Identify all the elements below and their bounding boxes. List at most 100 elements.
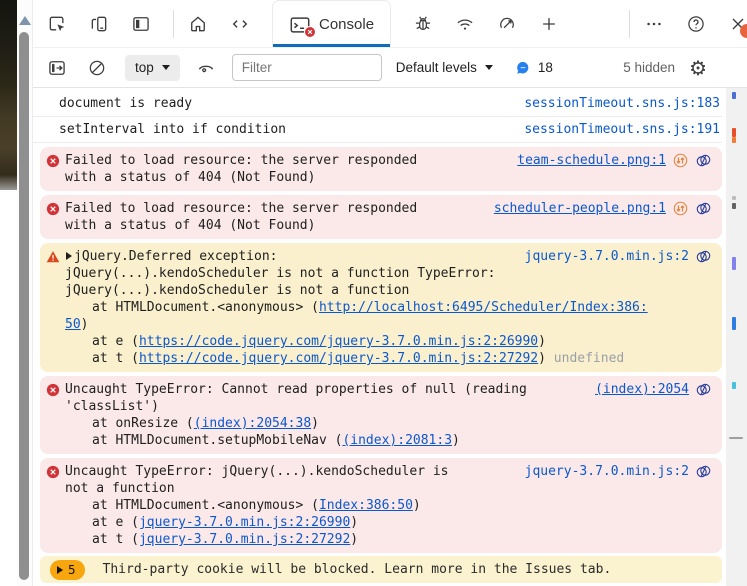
tab-console[interactable]: Console: [272, 0, 391, 47]
cookie-warning-bar[interactable]: 5 Third-party cookie will be blocked. Le…: [40, 556, 722, 583]
source-link[interactable]: jquery-3.7.0.min.js:2: [525, 464, 689, 479]
copilot-explain-icon[interactable]: [695, 463, 712, 480]
stack-frame-line: at e (https://code.jquery.com/jquery-3.7…: [65, 333, 712, 350]
activity-bar-panel-icon[interactable]: [131, 14, 151, 34]
log-message: setInterval into if condition: [59, 122, 286, 137]
console-messages-area: document is ready sessionTimeout.sns.js:…: [33, 88, 747, 586]
scroll-marker-cyan: [732, 382, 736, 389]
open-in-network-icon[interactable]: [672, 152, 689, 169]
source-link[interactable]: (index):2054: [595, 382, 689, 397]
expand-caret-icon[interactable]: [66, 252, 72, 260]
network-conditions-wifi-icon[interactable]: [455, 14, 475, 34]
copilot-explain-icon[interactable]: [695, 200, 712, 217]
message-count: 18: [538, 60, 553, 75]
expand-caret-icon: [57, 566, 63, 574]
stack-source-link[interactable]: https://code.jquery.com/jquery-3.7.0.min…: [139, 351, 538, 366]
device-emulation-icon[interactable]: [89, 14, 109, 34]
copilot-explain-icon[interactable]: [695, 381, 712, 398]
scroll-marker-gray: [732, 203, 736, 209]
stack-frame-line: at HTMLDocument.<anonymous> (Index:386:5…: [65, 497, 712, 514]
clipped-edge-button[interactable]: [740, 24, 747, 38]
devtools-main-toolbar: Console: [33, 0, 747, 47]
console-scroll-marker-strip[interactable]: [726, 88, 747, 586]
error-message-line: with a status of 404 (Not Found): [65, 217, 712, 234]
log-levels-dropdown[interactable]: Default levels: [396, 60, 493, 75]
cookie-warning-text: Third-party cookie will be blocked. Lear…: [103, 562, 612, 577]
stack-source-link[interactable]: (index):2081:3: [342, 433, 452, 448]
scroll-marker-blue2: [732, 317, 736, 330]
copilot-explain-icon[interactable]: [695, 248, 712, 265]
context-selector-dropdown[interactable]: top: [125, 55, 180, 81]
context-selector-value: top: [135, 60, 154, 75]
source-link[interactable]: team-schedule.png:1: [517, 153, 666, 168]
stack-source-link[interactable]: http://localhost:6495/Scheduler/Index:38…: [319, 300, 648, 315]
console-log-row: document is ready sessionTimeout.sns.js:…: [33, 91, 722, 117]
source-link[interactable]: sessionTimeout.sns.js:183: [524, 96, 720, 111]
console-error-404-team-schedule: Failed to load resource: the server resp…: [40, 147, 722, 191]
scrollbar-up-arrow[interactable]: [19, 16, 31, 25]
console-log-row: setInterval into if condition sessionTim…: [33, 117, 722, 143]
stack-frame-line: 50): [65, 316, 712, 333]
stack-source-link[interactable]: https://code.jquery.com/jquery-3.7.0.min…: [139, 334, 538, 349]
issues-count: 5: [68, 562, 76, 577]
toolbar-separator: [629, 10, 630, 38]
stack-source-link[interactable]: jquery-3.7.0.min.js:2:26990: [139, 515, 350, 530]
console-sub-toolbar: top Default levels 18 5: [33, 47, 747, 88]
more-options-icon[interactable]: [644, 14, 664, 34]
stack-source-link[interactable]: 50: [65, 317, 81, 332]
home-tab-icon[interactable]: [188, 14, 208, 34]
page-scrollbar[interactable]: [17, 0, 32, 586]
warning-icon: [46, 250, 60, 264]
stack-frame-line: at t (jquery-3.7.0.min.js:2:27292): [65, 531, 712, 548]
stack-source-link[interactable]: jquery-3.7.0.min.js:2:27292: [139, 532, 350, 547]
performance-gauge-icon[interactable]: [497, 14, 517, 34]
page-photo-fragment: [0, 0, 17, 190]
message-bubble-icon: [515, 60, 531, 76]
undefined-value: undefined: [554, 351, 624, 366]
warning-message-line: jQuery(...).kendoScheduler is not a func…: [65, 282, 712, 299]
add-tools-plus-icon[interactable]: [539, 14, 559, 34]
console-error-badge: [304, 26, 316, 38]
help-icon[interactable]: [686, 14, 706, 34]
edge-devtools-window: Console: [0, 0, 747, 586]
source-link[interactable]: scheduler-people.png:1: [494, 201, 666, 216]
console-icon: [289, 14, 311, 34]
source-link[interactable]: sessionTimeout.sns.js:191: [524, 122, 720, 137]
chevron-down-icon: [162, 65, 170, 70]
scrollbar-thumb[interactable]: [19, 32, 29, 580]
stack-source-link[interactable]: (index):2054:38: [194, 416, 311, 431]
error-icon: [46, 202, 60, 216]
debugger-bug-icon[interactable]: [413, 14, 433, 34]
console-tab-label: Console: [319, 16, 374, 33]
console-message-counter[interactable]: 18: [515, 60, 553, 76]
error-icon: [46, 465, 60, 479]
log-message: document is ready: [59, 96, 192, 111]
issues-count-badge[interactable]: 5: [50, 560, 85, 580]
live-expression-eye-icon[interactable]: [196, 58, 216, 78]
hidden-messages-label: 5 hidden: [623, 60, 675, 75]
stack-frame-line: at HTMLDocument.setupMobileNav ((index):…: [65, 432, 712, 449]
error-icon: [46, 154, 60, 168]
warning-message-line: jQuery(...).kendoScheduler is not a func…: [65, 265, 712, 282]
scroll-marker-blue: [732, 92, 736, 99]
open-in-network-icon[interactable]: [672, 200, 689, 217]
console-warning-jquery-deferred: jQuery.Deferred exception: jQuery(...).k…: [40, 243, 722, 372]
stack-frame-line: at t (https://code.jquery.com/jquery-3.7…: [65, 350, 712, 367]
console-sidebar-icon[interactable]: [47, 58, 67, 78]
inspect-element-icon[interactable]: [47, 14, 67, 34]
stack-source-link[interactable]: Index:386:50: [319, 498, 413, 513]
scroll-marker-orange: [732, 137, 736, 143]
error-icon: [46, 383, 60, 397]
scroll-marker-red: [732, 128, 736, 137]
source-link[interactable]: jquery-3.7.0.min.js:2: [525, 249, 689, 264]
console-error-classlist: Uncaught TypeError: Cannot read properti…: [40, 376, 722, 454]
stack-frame-line: at HTMLDocument.<anonymous> (http://loca…: [65, 299, 712, 316]
copilot-explain-icon[interactable]: [695, 152, 712, 169]
filter-input[interactable]: [232, 54, 382, 81]
error-message-line: not a function: [65, 480, 712, 497]
clear-console-icon[interactable]: [87, 58, 107, 78]
sources-code-tab-icon[interactable]: [230, 14, 250, 34]
stack-frame-line: at onResize ((index):2054:38): [65, 415, 712, 432]
error-message-line: with a status of 404 (Not Found): [65, 169, 712, 186]
settings-gear-icon[interactable]: ⚙: [689, 58, 707, 78]
